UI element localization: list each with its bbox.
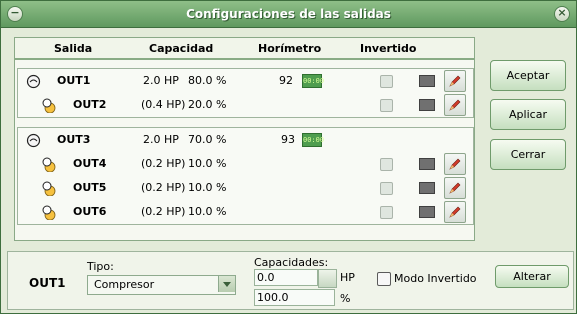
pencil-icon — [449, 75, 461, 87]
output-name: OUT2 — [73, 98, 107, 111]
modo-invertido-label: Modo Invertido — [394, 272, 477, 285]
close-button[interactable]: Cerrar — [490, 139, 566, 170]
inverted-checkbox[interactable] — [380, 158, 393, 171]
capacity-hp: 2.0 HP — [143, 74, 179, 87]
percent-unit-label: % — [340, 292, 351, 305]
motor-icon — [26, 74, 41, 89]
modo-invertido-checkbox[interactable] — [377, 272, 391, 286]
tipo-select[interactable]: Compresor — [87, 275, 236, 295]
output-editor-panel: OUT1 Tipo: Compresor Capacidades: 0.0 HP… — [7, 251, 574, 310]
motor-icon — [26, 133, 41, 148]
accept-button[interactable]: Aceptar — [490, 60, 566, 91]
selected-output-label: OUT1 — [29, 276, 66, 290]
hour-meter-counter-icon: 00:00 — [302, 74, 324, 88]
edit-output-button[interactable] — [444, 70, 466, 92]
column-salida: Salida — [54, 42, 93, 55]
output-name: OUT4 — [73, 157, 107, 170]
pencil-icon — [449, 182, 461, 194]
inverted-checkbox[interactable] — [380, 75, 393, 88]
table-header: Salida Capacidad Horímetro Invertido — [15, 38, 474, 60]
linked-output-icon — [42, 98, 57, 114]
table-row-out3[interactable]: OUT3 2.0 HP 70.0 % 93 00:00 — [18, 128, 473, 152]
outputs-table: Salida Capacidad Horímetro Invertido OUT… — [14, 37, 475, 241]
hp-spinner-button[interactable] — [318, 269, 337, 288]
table-row-out1[interactable]: OUT1 2.0 HP 80.0 % 92 00:00 — [18, 69, 473, 93]
hour-meter-counter-icon: 00:00 — [302, 133, 324, 147]
capacity-percent: 10.0 % — [188, 205, 227, 218]
capacity-percent: 80.0 % — [188, 74, 227, 87]
close-window-button[interactable]: × — [554, 6, 570, 22]
table-row-out4[interactable]: OUT4 (0.2 HP) 10.0 % — [18, 152, 473, 176]
output-name: OUT1 — [57, 74, 91, 87]
tipo-label: Tipo: — [87, 260, 114, 273]
hour-meter-value: 93 — [281, 133, 295, 146]
edit-output-button[interactable] — [444, 177, 466, 199]
inverted-checkbox[interactable] — [380, 206, 393, 219]
capacity-hp: (0.2 HP) — [141, 181, 186, 194]
hour-meter-value: 92 — [279, 74, 293, 87]
output-group-2: OUT3 2.0 HP 70.0 % 93 00:00 OUT4 (0.2 HP… — [17, 127, 474, 225]
output-name: OUT6 — [73, 205, 107, 218]
capacity-percent: 10.0 % — [188, 157, 227, 170]
title-bar: − Configuraciones de las salidas × — [1, 1, 576, 28]
capacity-hp: (0.2 HP) — [141, 205, 186, 218]
pencil-icon — [449, 206, 461, 218]
column-capacidad: Capacidad — [149, 42, 214, 55]
output-group-1: OUT1 2.0 HP 80.0 % 92 00:00 OUT2 (0.4 HP… — [17, 68, 474, 118]
inverted-checkbox[interactable] — [380, 99, 393, 112]
capacity-hp: (0.2 HP) — [141, 157, 186, 170]
column-horimetro: Horímetro — [258, 42, 322, 55]
output-settings-window: − Configuraciones de las salidas × Salid… — [0, 0, 577, 314]
status-indicator — [419, 182, 435, 194]
alter-button[interactable]: Alterar — [495, 265, 569, 288]
percent-input[interactable]: 100.0 — [254, 289, 335, 306]
output-name: OUT3 — [57, 133, 91, 146]
tipo-selected-value: Compresor — [94, 278, 155, 291]
hp-input[interactable]: 0.0 — [254, 269, 318, 286]
status-indicator — [419, 158, 435, 170]
status-indicator — [419, 75, 435, 87]
pencil-icon — [449, 99, 461, 111]
capacity-percent: 10.0 % — [188, 181, 227, 194]
pencil-icon — [449, 158, 461, 170]
capacidades-label: Capacidades: — [254, 256, 329, 269]
apply-button[interactable]: Aplicar — [490, 99, 566, 130]
window-title: Configuraciones de las salidas — [186, 7, 391, 21]
table-row-out2[interactable]: OUT2 (0.4 HP) 20.0 % — [18, 93, 473, 117]
status-indicator — [419, 99, 435, 111]
close-icon: × — [557, 6, 567, 19]
edit-output-button[interactable] — [444, 201, 466, 223]
table-row-out6[interactable]: OUT6 (0.2 HP) 10.0 % — [18, 200, 473, 224]
hp-unit-label: HP — [340, 271, 355, 284]
column-invertido: Invertido — [360, 42, 417, 55]
edit-output-button[interactable] — [444, 153, 466, 175]
table-row-out5[interactable]: OUT5 (0.2 HP) 10.0 % — [18, 176, 473, 200]
output-name: OUT5 — [73, 181, 107, 194]
chevron-down-icon — [218, 276, 235, 292]
linked-output-icon — [42, 157, 57, 173]
edit-output-button[interactable] — [444, 94, 466, 116]
linked-output-icon — [42, 181, 57, 197]
capacity-percent: 70.0 % — [188, 133, 227, 146]
inverted-checkbox[interactable] — [380, 182, 393, 195]
capacity-hp: 2.0 HP — [143, 133, 179, 146]
capacity-hp: (0.4 HP) — [141, 98, 186, 111]
linked-output-icon — [42, 205, 57, 221]
capacity-percent: 20.0 % — [188, 98, 227, 111]
status-indicator — [419, 206, 435, 218]
